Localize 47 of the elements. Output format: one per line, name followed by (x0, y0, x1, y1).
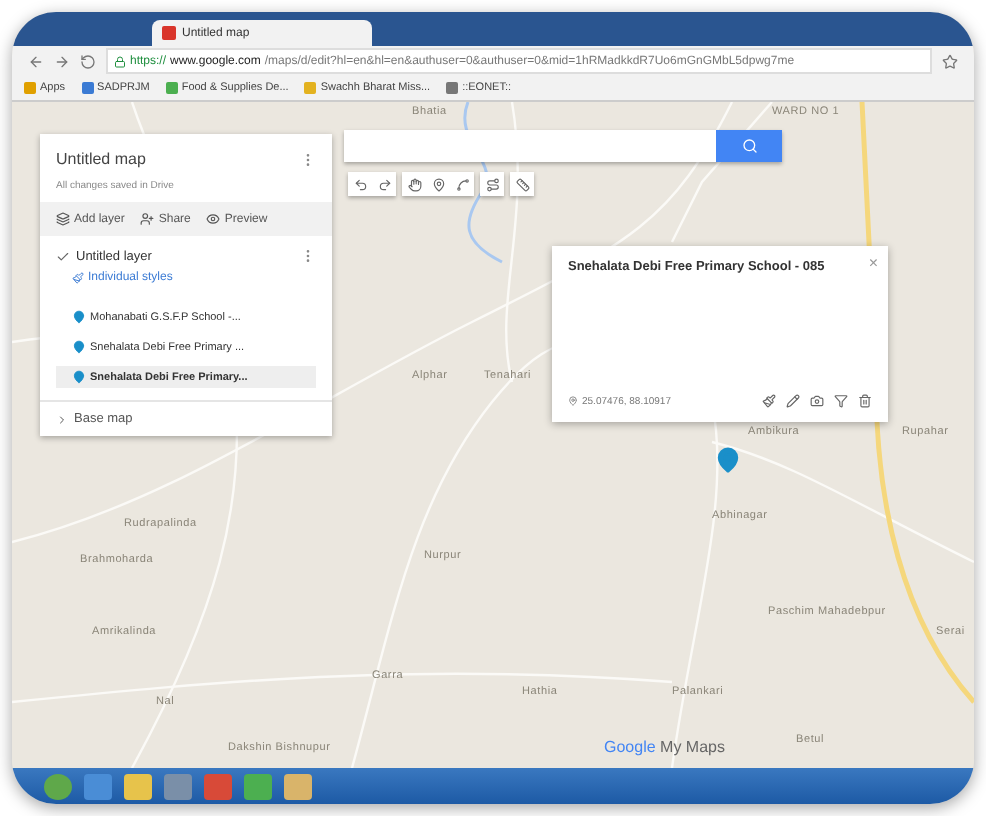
paint-button[interactable] (762, 394, 776, 408)
filter-icon (834, 394, 848, 408)
marker-icon (431, 177, 445, 191)
ruler-icon (515, 177, 529, 191)
app-icon[interactable] (284, 773, 312, 799)
route-button[interactable] (480, 172, 504, 196)
camera-icon (810, 394, 824, 408)
check-icon[interactable] (56, 249, 70, 263)
undo-button[interactable] (348, 172, 372, 196)
hand-button[interactable] (402, 172, 426, 196)
redo-icon (377, 177, 391, 191)
ruler-button[interactable] (510, 172, 534, 196)
redo-button[interactable] (372, 172, 396, 196)
lock-icon (114, 55, 126, 67)
edit-button[interactable] (786, 394, 800, 408)
search-button[interactable] (716, 130, 782, 162)
paintbrush-icon (72, 272, 84, 284)
forward-icon[interactable] (54, 53, 70, 69)
filter-button[interactable] (834, 394, 848, 408)
star-icon[interactable] (942, 53, 958, 69)
pencil-icon (786, 394, 800, 408)
undo-icon (353, 177, 367, 191)
map-branding: Google My Maps (604, 738, 725, 756)
line-button[interactable] (450, 172, 474, 196)
camera-button[interactable] (810, 394, 824, 408)
start-icon[interactable] (44, 773, 72, 799)
line-icon (455, 177, 469, 191)
search-field[interactable] (344, 130, 716, 162)
delete-button[interactable] (858, 394, 872, 408)
map-pin-icon (568, 396, 578, 406)
search-icon (741, 138, 757, 154)
map-pin-icon (72, 310, 86, 324)
route-icon (485, 177, 499, 191)
trash-icon (858, 394, 872, 408)
map-title[interactable]: Untitled map (56, 150, 146, 168)
map-pin-icon (72, 370, 86, 384)
reload-icon[interactable] (80, 53, 96, 69)
map-pin-icon (72, 340, 86, 354)
folder-icon[interactable] (124, 773, 152, 799)
chevron-icon (56, 413, 68, 425)
hand-icon (407, 177, 421, 191)
layers-icon (56, 212, 70, 226)
add-person-icon (140, 212, 155, 226)
eye-icon (206, 212, 221, 226)
map-pin-icon (714, 446, 742, 474)
paintbrush-icon (762, 394, 776, 408)
back-icon[interactable] (28, 53, 44, 69)
